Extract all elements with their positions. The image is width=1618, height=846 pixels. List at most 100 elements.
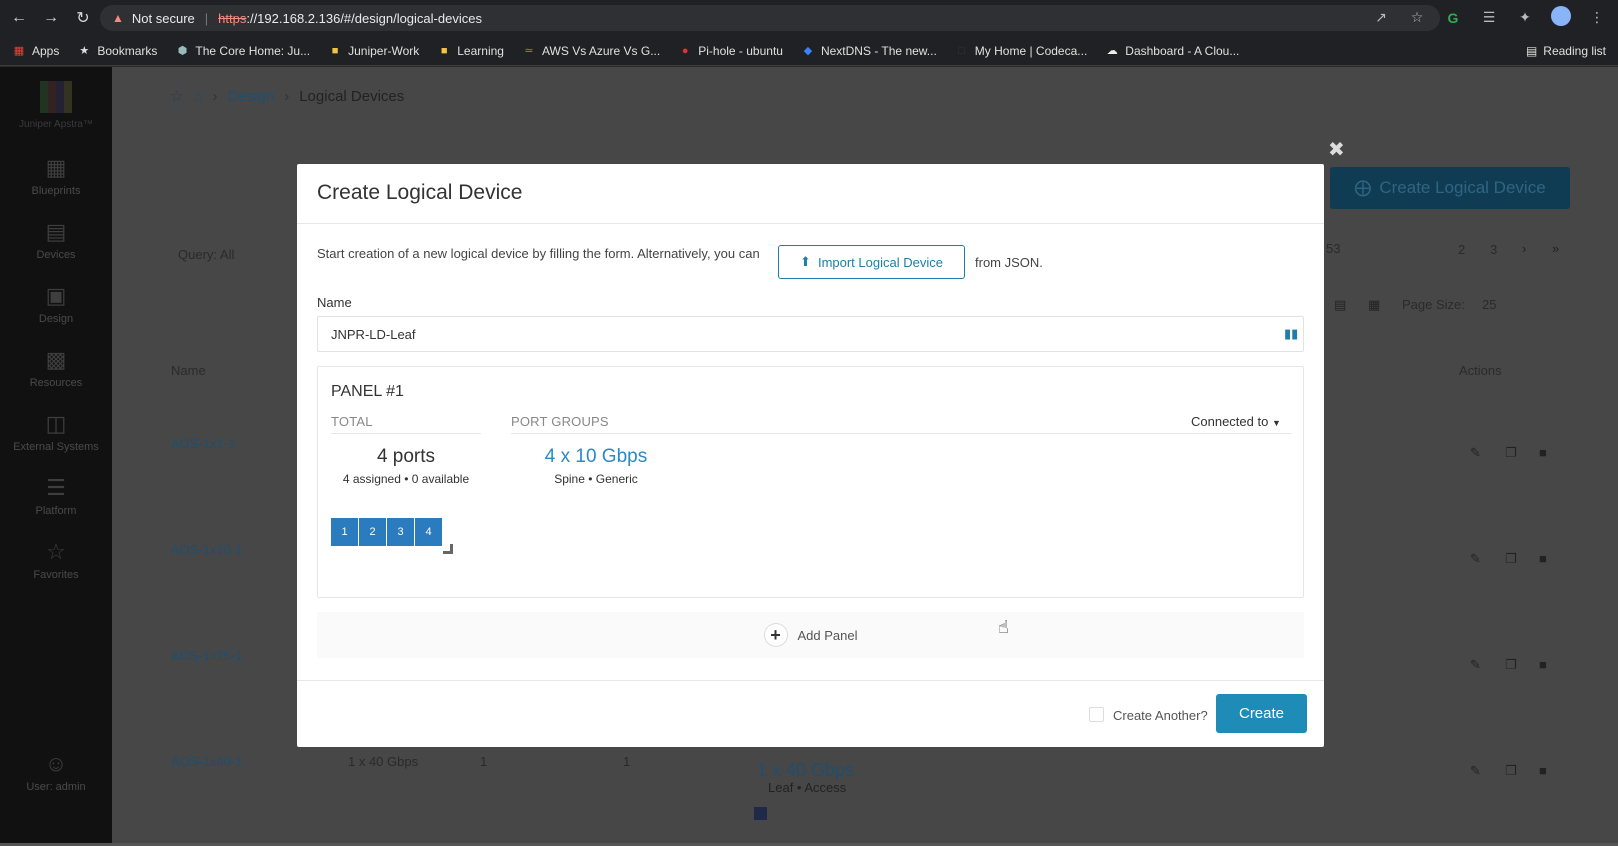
sidebar-item-blueprints[interactable]: ▦ Blueprints: [0, 155, 112, 197]
port-group-link[interactable]: 4 x 10 Gbps: [511, 446, 681, 468]
bookmark-aws-azure[interactable]: ≃ AWS Vs Azure Vs G...: [522, 44, 660, 58]
row-value-b: 1: [623, 754, 631, 769]
add-panel-button[interactable]: + Add Panel: [317, 612, 1304, 658]
port-cell[interactable]: 2: [359, 518, 386, 546]
address-bar[interactable]: ▲ Not secure | https://192.168.2.136/#/d…: [100, 5, 1440, 31]
modal-footer: Create Another? Create: [297, 680, 1324, 747]
blueprints-icon: ▦: [45, 155, 67, 180]
panel-card: PANEL #1 TOTAL PORT GROUPS Connected to …: [317, 366, 1304, 598]
edit-icon[interactable]: ✎: [1470, 763, 1481, 779]
breadcrumb-design[interactable]: Design: [228, 88, 275, 105]
modal-intro-text: Start creation of a new logical device b…: [317, 246, 760, 261]
edit-icon[interactable]: ✎: [1470, 657, 1481, 673]
sidebar-user[interactable]: ☺ User: admin: [0, 751, 112, 793]
browser-toolbar: ← → ↻ ▲ Not secure | https://192.168.2.1…: [0, 0, 1618, 36]
sidebar-item-platform[interactable]: ☰ Platform: [0, 475, 112, 517]
port-groups-column-header: PORT GROUPS: [511, 414, 609, 429]
row-value-a: 1: [480, 754, 488, 769]
reload-icon[interactable]: ↻: [70, 5, 96, 31]
delete-icon[interactable]: ■: [1539, 657, 1547, 672]
bookmark-nextdns[interactable]: ◆ NextDNS - The new...: [801, 44, 937, 58]
query-filter[interactable]: Query: All: [178, 247, 234, 262]
page-3-link[interactable]: 3: [1490, 242, 1497, 257]
star-icon[interactable]: ☆: [1406, 9, 1428, 26]
total-count: 53: [1326, 241, 1341, 256]
puzzle-extensions-icon[interactable]: ✦: [1514, 9, 1536, 26]
bookmark-my-home[interactable]: □ My Home | Codeca...: [955, 44, 1087, 58]
url-text: ://192.168.2.136/#/design/logical-device…: [246, 10, 482, 26]
row-port-group-sub: Leaf • Access: [768, 780, 847, 795]
bookmark-dashboard[interactable]: ☁ Dashboard - A Clou...: [1105, 44, 1240, 58]
wave-icon: ≃: [524, 44, 534, 57]
delete-icon[interactable]: ■: [1539, 763, 1547, 778]
create-another-label[interactable]: Create Another?: [1113, 708, 1208, 723]
table-row-link[interactable]: AOS-1x10-1: [171, 542, 243, 557]
port-square: [754, 807, 767, 820]
grammarly-extension-icon[interactable]: G: [1442, 10, 1464, 26]
edit-icon[interactable]: ✎: [1470, 445, 1481, 461]
total-column-header: TOTAL: [331, 414, 373, 429]
app-sidebar: Juniper Apstra™ ▦ Blueprints ▤ Devices ▣ De…: [0, 67, 112, 846]
shield-icon: ◆: [803, 44, 813, 57]
reading-list[interactable]: ▤ Reading list: [1526, 44, 1606, 58]
clone-icon[interactable]: ❐: [1505, 763, 1517, 779]
folder-icon: ■: [440, 44, 448, 57]
port-cell[interactable]: 4: [415, 518, 442, 546]
share-icon[interactable]: ↗: [1370, 9, 1392, 26]
resources-icon: ▩: [45, 347, 67, 372]
menu-kebab-icon[interactable]: ⋮: [1586, 9, 1608, 26]
create-another-checkbox[interactable]: [1089, 707, 1104, 722]
sidebar-item-resources[interactable]: ▩ Resources: [0, 347, 112, 389]
home-icon[interactable]: ⌂: [193, 88, 202, 105]
table-row-link[interactable]: AOS-1x40-1: [171, 754, 243, 769]
password-manager-icon[interactable]: ▮▮: [1284, 326, 1298, 341]
import-logical-device-button[interactable]: ⬆ Import Logical Device: [778, 245, 965, 279]
page-2-link[interactable]: 2: [1458, 242, 1465, 257]
bookmark-core-home[interactable]: ⬢ The Core Home: Ju...: [175, 44, 311, 58]
bookmark-learning[interactable]: ■ Learning: [437, 44, 504, 58]
sidebar-item-external-systems[interactable]: ◫ External Systems: [0, 411, 112, 453]
port-cell[interactable]: 3: [387, 518, 414, 546]
apps-grid-icon: ▦: [13, 44, 25, 57]
clone-icon[interactable]: ❐: [1505, 445, 1517, 461]
create-button[interactable]: Create: [1216, 694, 1307, 733]
bookmark-apps[interactable]: ▦ Apps: [12, 44, 60, 58]
port-cell[interactable]: 1: [331, 518, 358, 546]
table-row-link[interactable]: AOS-1x25-1: [171, 648, 243, 663]
bookmark-juniper-work[interactable]: ■ Juniper-Work: [328, 44, 419, 58]
connected-to-dropdown[interactable]: Connected to ▼: [1191, 414, 1281, 429]
bookmark-bookmarks[interactable]: ★ Bookmarks: [77, 44, 157, 58]
last-page-icon[interactable]: »: [1552, 241, 1559, 256]
modal-close-icon[interactable]: ✖: [1328, 137, 1345, 162]
delete-icon[interactable]: ■: [1539, 551, 1547, 566]
panel-title: PANEL #1: [331, 383, 404, 400]
port-group-roles: Spine • Generic: [554, 472, 638, 486]
extension-icon-bars[interactable]: ☰: [1478, 9, 1500, 26]
delete-icon[interactable]: ■: [1539, 445, 1547, 460]
table-row-link[interactable]: AOS-1x1-1: [171, 436, 235, 451]
resize-handle[interactable]: [443, 544, 453, 554]
table-view-icon[interactable]: ▤: [1334, 297, 1346, 313]
profile-avatar[interactable]: [1550, 6, 1572, 29]
star-icon: ★: [79, 44, 90, 57]
favorites-star-icon: ☆: [46, 539, 66, 564]
create-logical-device-button[interactable]: ⨁ Create Logical Device: [1330, 167, 1570, 209]
clone-icon[interactable]: ❐: [1505, 551, 1517, 567]
caret-down-icon: ▼: [1271, 418, 1281, 428]
name-input[interactable]: [317, 316, 1304, 352]
forward-icon[interactable]: →: [38, 5, 64, 31]
back-icon[interactable]: ←: [6, 5, 32, 31]
clone-icon[interactable]: ❐: [1505, 657, 1517, 673]
url-protocol: https: [218, 10, 247, 26]
card-view-icon[interactable]: ▦: [1368, 297, 1380, 313]
sidebar-item-favorites[interactable]: ☆ Favorites: [0, 539, 112, 581]
sidebar-item-design[interactable]: ▣ Design: [0, 283, 112, 325]
edit-icon[interactable]: ✎: [1470, 551, 1481, 567]
favorite-star-icon[interactable]: ☆: [170, 87, 183, 105]
bookmark-pihole[interactable]: ● Pi-hole - ubuntu: [678, 44, 783, 58]
reading-list-icon: ▤: [1525, 44, 1538, 58]
page-size-select[interactable]: 25: [1482, 297, 1496, 312]
sidebar-item-devices[interactable]: ▤ Devices: [0, 219, 112, 261]
name-column-header[interactable]: Name: [171, 363, 206, 378]
next-page-icon[interactable]: ›: [1522, 241, 1526, 256]
